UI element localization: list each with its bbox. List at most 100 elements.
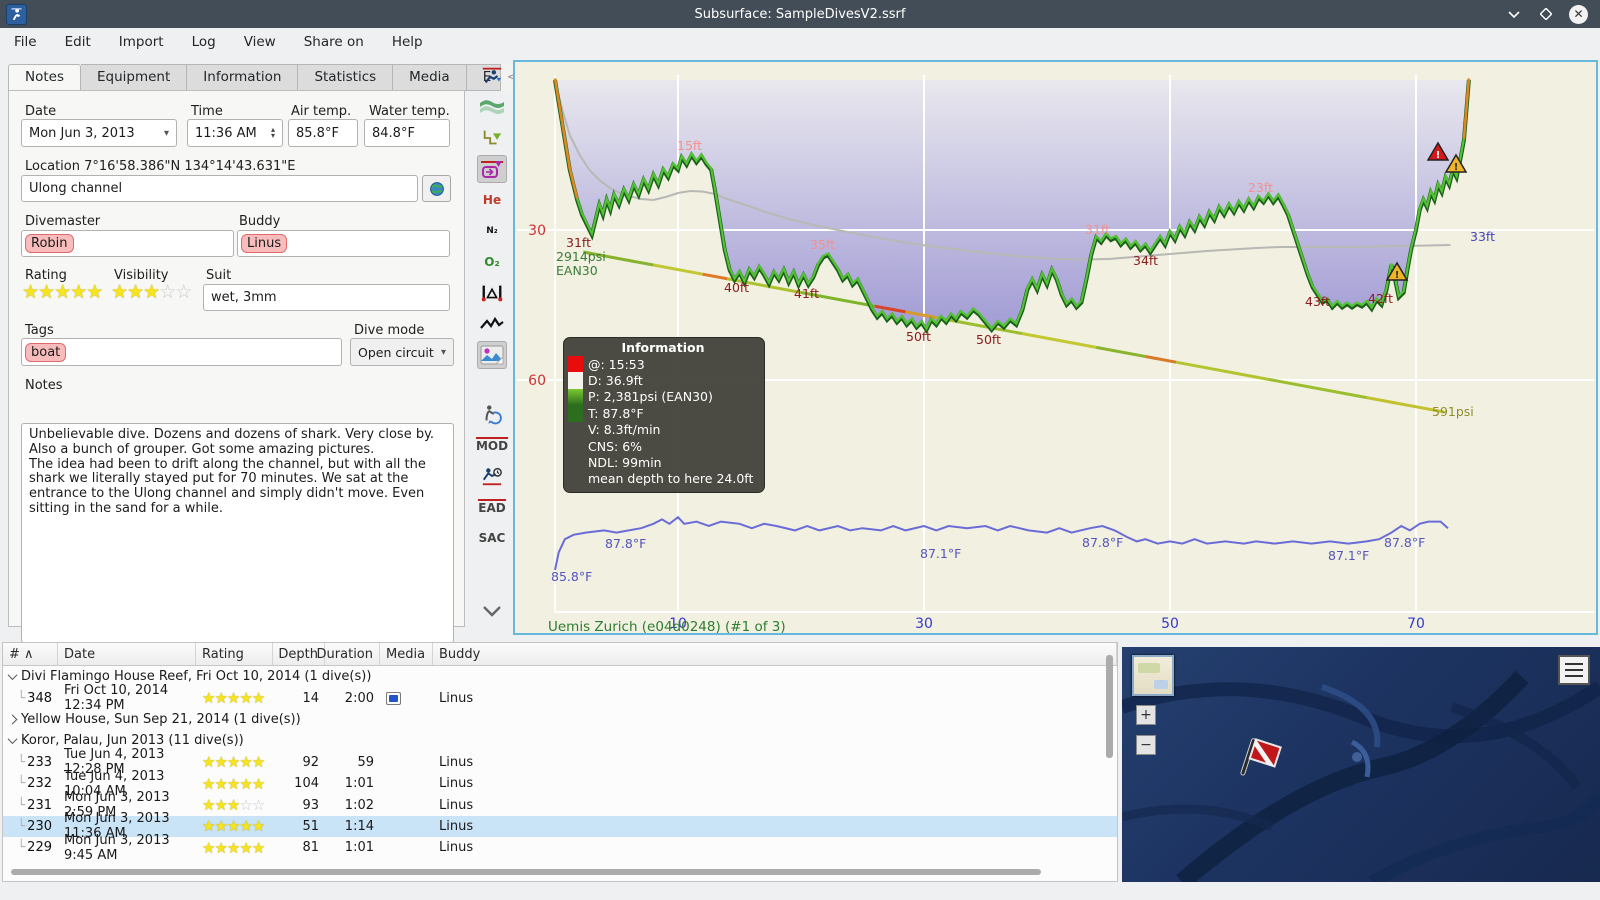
tab-media[interactable]: Media bbox=[393, 64, 467, 91]
vertical-scrollbar[interactable] bbox=[1106, 655, 1113, 758]
star-3[interactable]: ★ bbox=[143, 281, 160, 303]
airtemp-input[interactable]: 85.8°F bbox=[288, 119, 358, 147]
waves-icon[interactable] bbox=[477, 93, 507, 121]
dive-rating: ★ ★ ★ ★ ★ bbox=[202, 838, 265, 857]
watertemp-label: Water temp. bbox=[369, 104, 450, 119]
ead-icon[interactable]: EAD bbox=[477, 493, 507, 521]
svg-text:EAN30: EAN30 bbox=[556, 263, 598, 278]
buddy-chip[interactable]: Linus bbox=[241, 234, 288, 253]
close-button[interactable]: ✕ bbox=[1569, 4, 1588, 24]
column-header-num[interactable]: # ∧ bbox=[3, 643, 58, 665]
menu-item-edit[interactable]: Edit bbox=[51, 30, 105, 54]
star-3[interactable]: ★ bbox=[54, 281, 71, 303]
divemaster-chip[interactable]: Robin bbox=[25, 234, 74, 253]
ruler-icon[interactable] bbox=[477, 279, 507, 307]
buddy-input[interactable]: Linus bbox=[237, 230, 450, 257]
maximize-button[interactable] bbox=[1537, 5, 1555, 23]
nitrogen-icon[interactable]: N₂ bbox=[477, 217, 507, 245]
star-5[interactable]: ☆ bbox=[175, 281, 192, 303]
globe-button[interactable] bbox=[422, 175, 451, 202]
divemode-select[interactable]: Open circuit ▾ bbox=[350, 338, 454, 366]
svg-text:85.8°F: 85.8°F bbox=[551, 569, 592, 584]
menu-item-view[interactable]: View bbox=[230, 30, 290, 54]
column-header-buddy[interactable]: Buddy bbox=[433, 643, 1117, 665]
gas-switch-icon[interactable] bbox=[477, 400, 507, 428]
map-zoom-out-button[interactable]: − bbox=[1136, 735, 1156, 755]
dive-row-229[interactable]: └ 229 Mon Jun 3, 2013 9:45 AM ★ ★ ★ ★ ★ 81 1:01 Li… bbox=[3, 832, 1117, 863]
minimize-button[interactable] bbox=[1505, 5, 1523, 23]
menu-item-help[interactable]: Help bbox=[378, 30, 437, 54]
collapse-icon[interactable] bbox=[7, 670, 18, 681]
info-box-row: V: 8.3ft/min bbox=[588, 422, 661, 438]
star-2[interactable]: ★ bbox=[38, 281, 55, 303]
photos-icon[interactable] bbox=[477, 341, 507, 369]
dc-ceiling-icon[interactable] bbox=[477, 155, 507, 183]
title-bar: Subsurface: SampleDivesV2.ssrf ✕ bbox=[0, 0, 1600, 28]
mod-icon[interactable]: MOD bbox=[475, 431, 509, 459]
dive-row-348[interactable]: └ 348 Fri Oct 10, 2014 12:34 PM ★ ★ ★ ★ ★ 14 2:00… bbox=[3, 683, 1117, 713]
notes-textarea[interactable]: Unbelievable dive. Dozens and dozens of … bbox=[21, 423, 454, 643]
menu-item-import[interactable]: Import bbox=[105, 30, 178, 54]
map-terrain bbox=[1122, 670, 1600, 882]
dive-date: Mon Jun 3, 2013 9:45 AM bbox=[64, 832, 170, 863]
sac-icon[interactable]: SAC bbox=[477, 524, 507, 552]
dive-profile-chart[interactable]: 30 60 10 30 50 70 15ft 31ft 2914psi EAN30 40ft 41ft… bbox=[513, 60, 1598, 635]
menu-item-file[interactable]: File bbox=[0, 30, 51, 54]
tab-information[interactable]: Information bbox=[187, 64, 299, 91]
heartrate-icon[interactable] bbox=[477, 310, 507, 338]
collapse-icon[interactable] bbox=[477, 597, 507, 625]
deco-time-icon[interactable] bbox=[477, 462, 507, 490]
menu-item-log[interactable]: Log bbox=[178, 30, 230, 54]
star-5[interactable]: ★ bbox=[86, 281, 103, 303]
map-panel[interactable]: + − bbox=[1122, 647, 1600, 882]
dive-number: 230 bbox=[27, 818, 52, 834]
media-icon[interactable] bbox=[386, 691, 401, 705]
trip-row[interactable]: Yellow House, Sun Sep 21, 2014 (1 dive(s… bbox=[3, 709, 1117, 730]
collapse-icon[interactable] bbox=[7, 734, 18, 745]
svg-text:591psi: 591psi bbox=[1432, 404, 1474, 419]
dive-list: # ∧ Date Rating Depth Duration Media Buddy Div… bbox=[2, 642, 1118, 882]
date-input[interactable]: Mon Jun 3, 2013 ▾ bbox=[21, 119, 177, 147]
dive-media bbox=[380, 752, 433, 773]
watertemp-input[interactable]: 84.8°F bbox=[364, 119, 450, 147]
svg-text:30: 30 bbox=[528, 223, 546, 239]
horizontal-scrollbar[interactable] bbox=[11, 869, 1041, 875]
column-header-duration[interactable]: Duration bbox=[317, 643, 380, 665]
map-zoom-in-button[interactable]: + bbox=[1136, 705, 1156, 725]
star-4[interactable]: ★ bbox=[70, 281, 87, 303]
star-1[interactable]: ★ bbox=[22, 281, 39, 303]
tab-notes[interactable]: Notes bbox=[8, 64, 81, 91]
divemaster-input[interactable]: Robin bbox=[21, 230, 234, 257]
menu-item-share-on[interactable]: Share on bbox=[290, 30, 378, 54]
minimap-thumbnail[interactable] bbox=[1132, 655, 1174, 696]
rating-stars[interactable]: ★★★★★ bbox=[22, 281, 103, 303]
svg-text:50ft: 50ft bbox=[976, 332, 1001, 347]
suit-input[interactable]: wet, 3mm bbox=[203, 284, 450, 311]
star-1[interactable]: ★ bbox=[111, 281, 128, 303]
time-input[interactable]: 11:36 AM ▴ ▾ bbox=[187, 119, 283, 147]
tab-statistics[interactable]: Statistics bbox=[298, 64, 394, 91]
svg-text:50: 50 bbox=[1161, 616, 1179, 632]
star-4[interactable]: ☆ bbox=[159, 281, 176, 303]
svg-text:60: 60 bbox=[528, 373, 546, 389]
tags-input[interactable]: boat bbox=[21, 338, 342, 366]
oxygen-icon[interactable]: O₂ bbox=[477, 248, 507, 276]
map-menu-button[interactable] bbox=[1558, 655, 1590, 685]
star-2[interactable]: ★ bbox=[127, 281, 144, 303]
tag-chip[interactable]: boat bbox=[25, 342, 67, 362]
dive-number: 229 bbox=[27, 840, 52, 856]
ceiling-icon[interactable] bbox=[477, 124, 507, 152]
tab-equipment[interactable]: Equipment bbox=[81, 64, 188, 91]
date-label: Date bbox=[25, 104, 57, 119]
location-input[interactable]: Ulong channel bbox=[21, 175, 418, 202]
helium-icon[interactable]: He bbox=[477, 186, 507, 214]
spinner-icon[interactable]: ▴ ▾ bbox=[271, 126, 275, 140]
visibility-stars[interactable]: ★★★☆☆ bbox=[111, 281, 192, 303]
diver-marker-icon[interactable] bbox=[477, 62, 507, 90]
expand-icon[interactable] bbox=[7, 714, 18, 725]
dive-flag-marker[interactable] bbox=[1232, 733, 1284, 785]
column-header-rating[interactable]: Rating bbox=[196, 643, 273, 665]
dive-number: 232 bbox=[27, 776, 52, 792]
column-header-media[interactable]: Media bbox=[380, 643, 433, 665]
column-header-date[interactable]: Date bbox=[58, 643, 196, 665]
